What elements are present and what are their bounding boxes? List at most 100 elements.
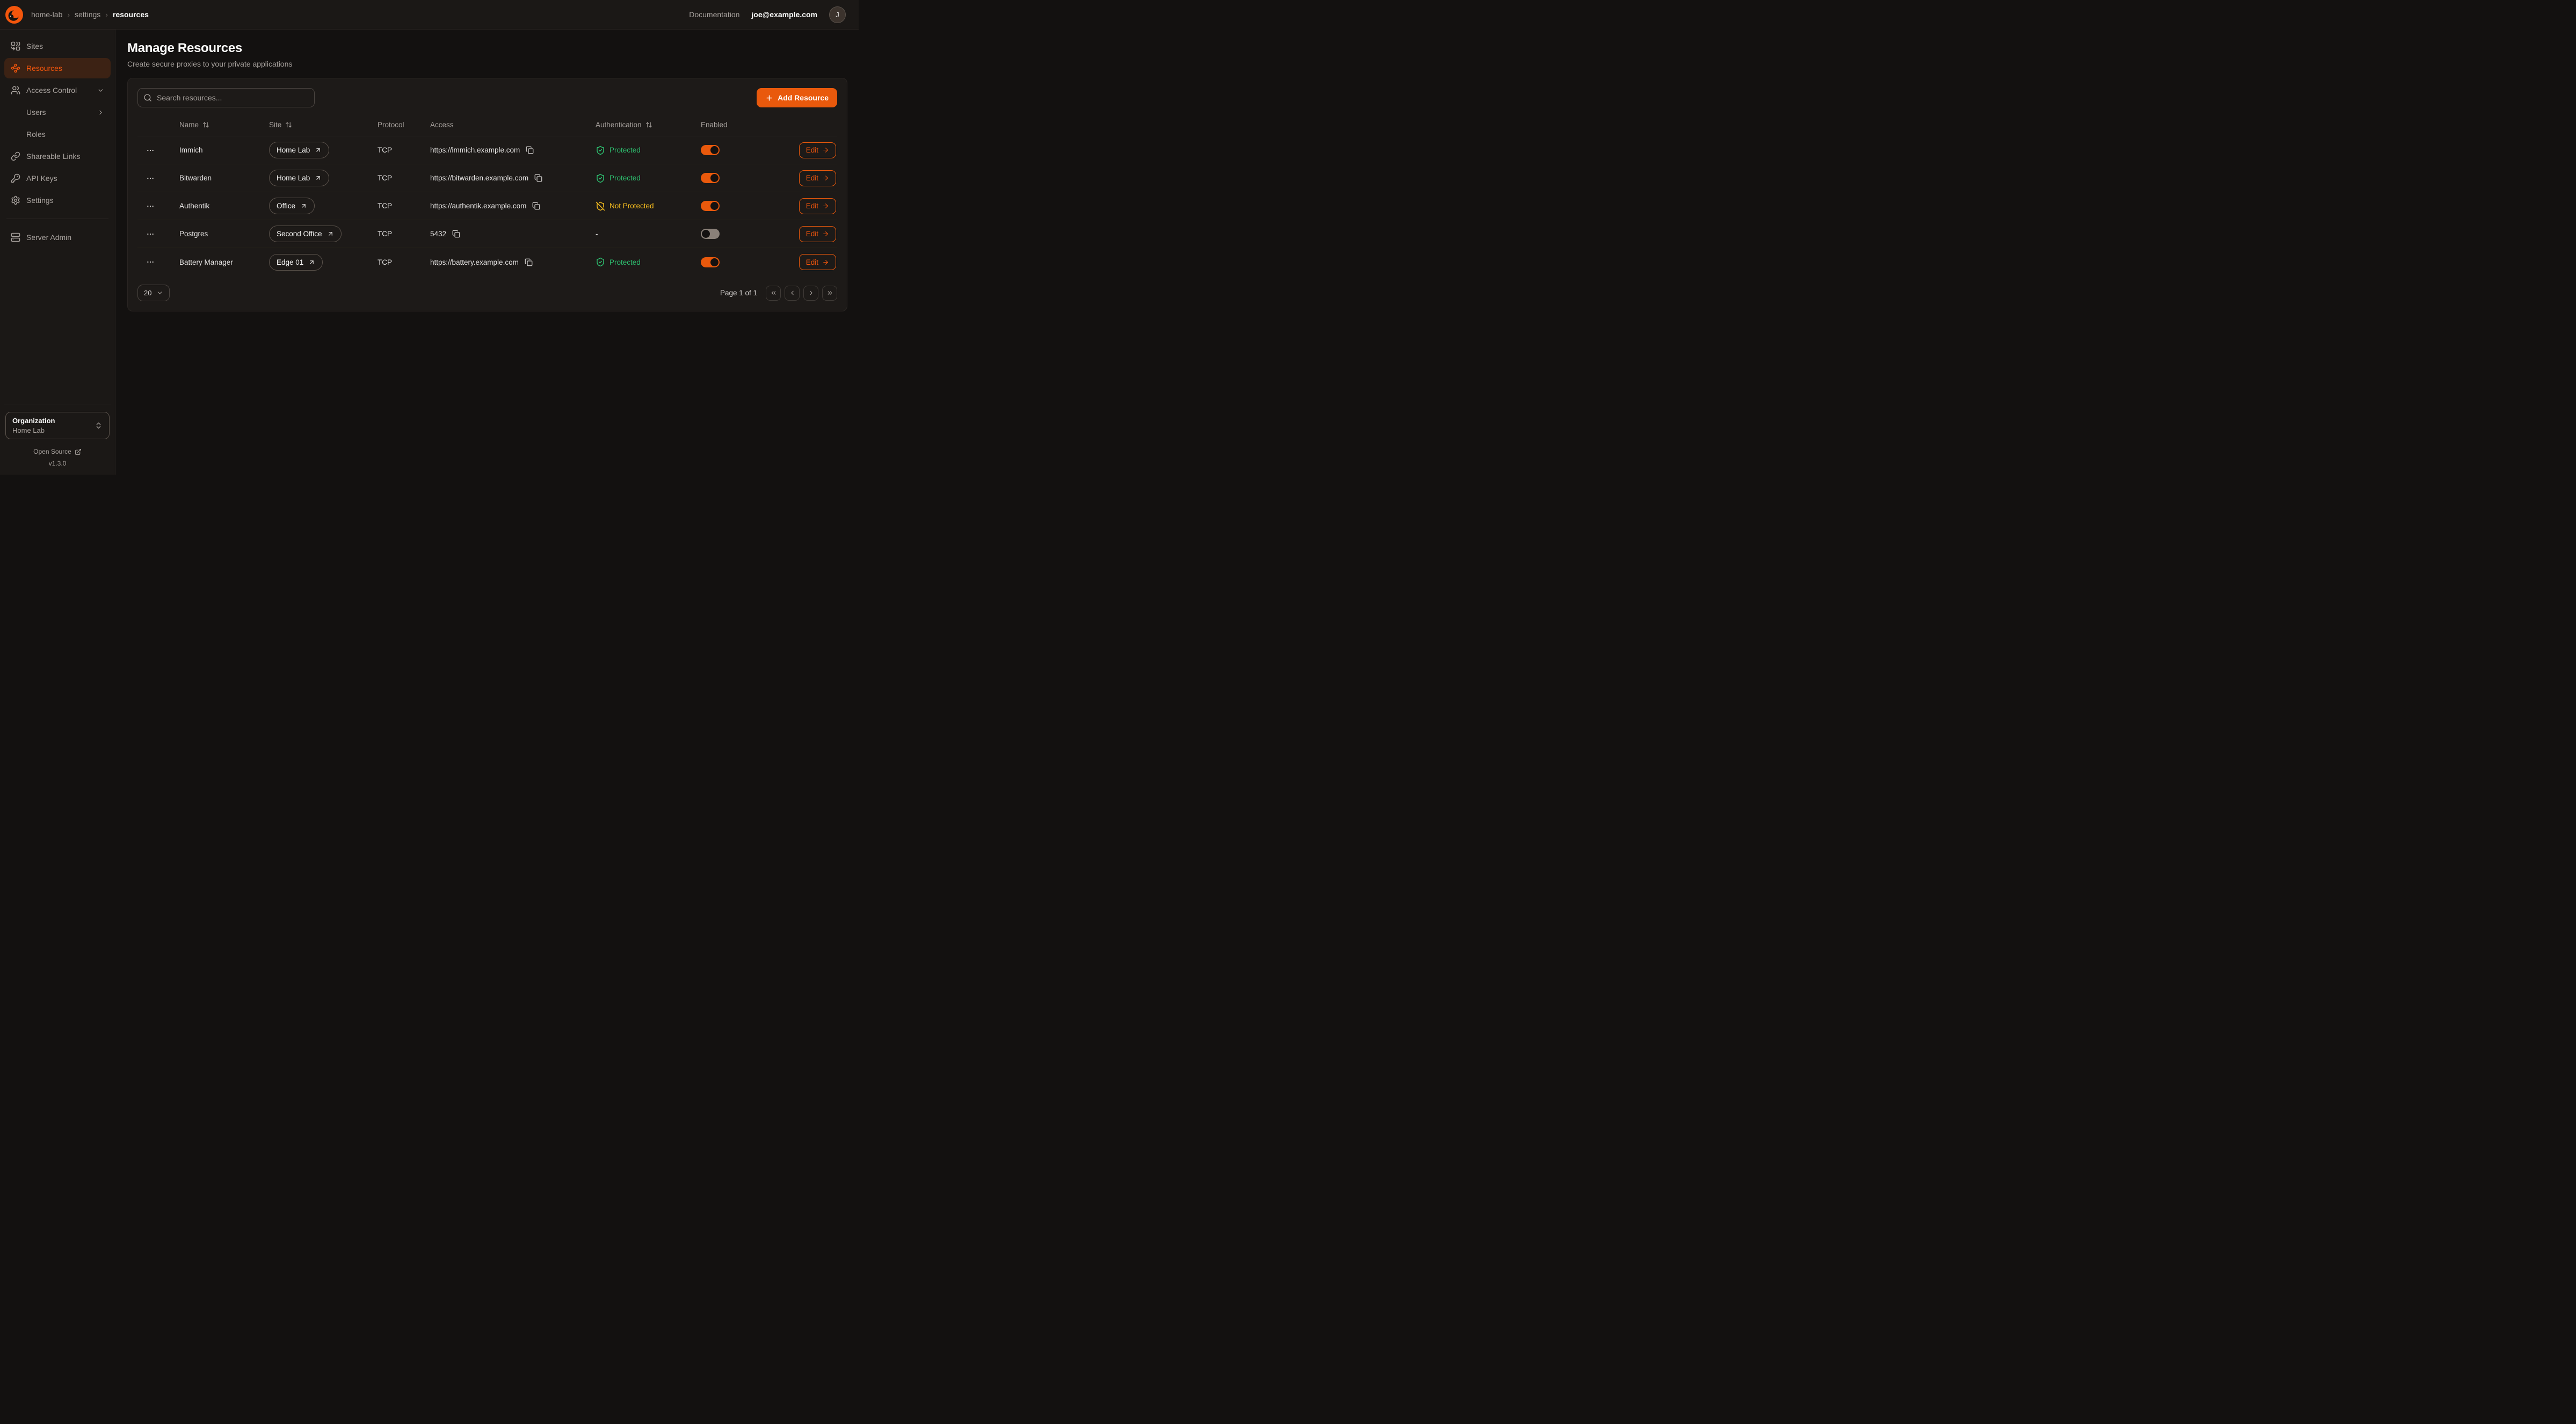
page-size-select[interactable]: 20 [137, 285, 170, 301]
table-row: Postgres Second Office TCP 5432 - [137, 220, 837, 248]
header-site[interactable]: Site [253, 121, 361, 129]
enabled-toggle[interactable] [701, 145, 720, 155]
copy-icon [532, 202, 540, 210]
edit-button-label: Edit [806, 202, 818, 210]
sidebar-item-settings[interactable]: Settings [4, 190, 111, 210]
arrow-up-right-icon [327, 230, 334, 237]
edit-button[interactable]: Edit [799, 170, 836, 186]
row-menu-button[interactable] [144, 172, 157, 185]
app-version: v1.3.0 [5, 460, 110, 467]
auth-badge: - [596, 230, 598, 238]
sidebar-item-resources[interactable]: Resources [4, 58, 111, 78]
sort-icon [202, 121, 209, 128]
table-row: Authentik Office TCP https://authentik.e… [137, 192, 837, 220]
ellipsis-icon [146, 174, 155, 183]
row-menu-button[interactable] [144, 144, 157, 157]
arrow-up-right-icon [300, 202, 307, 209]
sidebar-item-label: Settings [26, 196, 54, 205]
prev-page-button[interactable] [785, 286, 800, 301]
last-page-button[interactable] [822, 286, 837, 301]
users-icon [11, 85, 20, 95]
shield-check-icon [596, 173, 605, 183]
sidebar-item-users[interactable]: Users [4, 102, 111, 122]
shield-off-icon [596, 201, 605, 211]
sidebar-item-label: Users [26, 108, 46, 117]
auth-label: - [596, 230, 598, 238]
site-link-button[interactable]: Home Lab [269, 170, 329, 186]
combine-icon [11, 41, 20, 51]
server-icon [11, 233, 20, 242]
enabled-toggle[interactable] [701, 201, 720, 211]
site-link-button[interactable]: Office [269, 198, 315, 214]
sidebar-item-server-admin[interactable]: Server Admin [4, 227, 111, 248]
waypoints-icon [11, 63, 20, 73]
arrow-right-icon [822, 202, 829, 209]
organization-selector[interactable]: Organization Home Lab [5, 412, 110, 439]
site-link-button[interactable]: Second Office [269, 226, 342, 242]
header-label: Name [179, 121, 199, 129]
page-info: Page 1 of 1 [720, 289, 757, 297]
edit-button-label: Edit [806, 174, 818, 182]
enabled-toggle[interactable] [701, 257, 720, 267]
copy-icon [525, 258, 533, 266]
sidebar-item-roles[interactable]: Roles [4, 124, 111, 144]
copy-button[interactable] [525, 258, 533, 266]
copy-button[interactable] [526, 146, 534, 154]
toggle-knob [710, 174, 719, 182]
row-access: https://bitwarden.example.com [430, 174, 528, 182]
sidebar-item-shareable-links[interactable]: Shareable Links [4, 146, 111, 166]
header-enabled: Enabled [685, 121, 754, 129]
next-page-button[interactable] [803, 286, 818, 301]
header-label: Enabled [701, 121, 728, 129]
site-pill-label: Office [277, 202, 295, 210]
row-menu-button[interactable] [144, 256, 157, 268]
breadcrumb-org[interactable]: home-lab [31, 10, 62, 19]
arrow-up-right-icon [308, 259, 315, 266]
row-access: https://authentik.example.com [430, 202, 526, 210]
row-access: https://battery.example.com [430, 258, 519, 266]
site-link-button[interactable]: Edge 01 [269, 254, 323, 271]
edit-button[interactable]: Edit [799, 142, 836, 158]
chevrons-left-icon [770, 289, 777, 296]
edit-button[interactable]: Edit [799, 198, 836, 214]
shield-check-icon [596, 146, 605, 155]
copy-button[interactable] [534, 174, 542, 182]
auth-label: Protected [609, 146, 641, 154]
sidebar-item-access-control[interactable]: Access Control [4, 80, 111, 100]
enabled-toggle[interactable] [701, 173, 720, 183]
breadcrumb-resources[interactable]: resources [113, 10, 149, 19]
user-email[interactable]: joe@example.com [751, 10, 817, 19]
enabled-toggle[interactable] [701, 229, 720, 239]
shield-check-icon [596, 257, 605, 267]
open-source-label: Open Source [33, 448, 71, 455]
pagination-bar: 20 Page 1 of 1 [137, 285, 837, 301]
avatar[interactable]: J [829, 6, 846, 23]
table-row: Bitwarden Home Lab TCP https://bitwarden… [137, 164, 837, 192]
copy-button[interactable] [452, 230, 460, 238]
row-name: Bitwarden [179, 174, 212, 182]
breadcrumb-separator: › [105, 10, 108, 19]
row-menu-button[interactable] [144, 200, 157, 213]
header-authentication[interactable]: Authentication [579, 121, 685, 129]
search-input[interactable] [137, 88, 315, 107]
toggle-knob [710, 146, 719, 154]
toggle-knob [710, 258, 719, 266]
edit-button[interactable]: Edit [799, 226, 836, 242]
site-pill-label: Home Lab [277, 146, 310, 154]
site-link-button[interactable]: Home Lab [269, 142, 329, 158]
edit-button[interactable]: Edit [799, 254, 836, 270]
open-source-link[interactable]: Open Source [5, 448, 110, 455]
breadcrumb-settings[interactable]: settings [75, 10, 100, 19]
row-menu-button[interactable] [144, 228, 157, 241]
organization-label: Organization [12, 417, 55, 425]
sidebar-item-api-keys[interactable]: API Keys [4, 168, 111, 188]
header-name[interactable]: Name [163, 121, 253, 129]
header-label: Protocol [378, 121, 404, 129]
sidebar-item-sites[interactable]: Sites [4, 36, 111, 56]
copy-button[interactable] [532, 202, 540, 210]
table-body: Immich Home Lab TCP https://immich.examp… [137, 136, 837, 276]
arrow-right-icon [822, 147, 829, 154]
documentation-link[interactable]: Documentation [689, 10, 739, 19]
first-page-button[interactable] [766, 286, 781, 301]
add-resource-button[interactable]: Add Resource [757, 88, 837, 107]
